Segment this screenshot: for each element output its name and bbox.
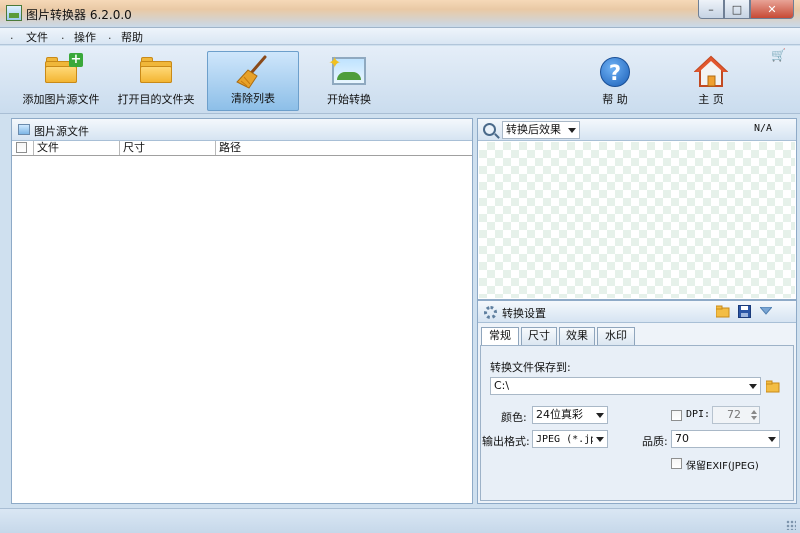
dpi-value: 72 xyxy=(727,408,741,421)
app-icon xyxy=(6,5,22,21)
keep-exif-checkbox[interactable] xyxy=(671,458,682,469)
stepper-up-icon[interactable] xyxy=(751,410,757,414)
menu-separator: . xyxy=(10,29,14,42)
keep-exif-label: 保留EXIF(JPEG) xyxy=(686,461,759,472)
help-icon: ? xyxy=(600,57,630,87)
window-controls: – □ ✕ xyxy=(698,0,794,19)
stepper-down-icon[interactable] xyxy=(751,416,757,420)
preview-panel: 转换后效果 N/A xyxy=(477,118,797,300)
help-button[interactable]: ? 帮 助 xyxy=(578,51,652,111)
save-to-label: 转换文件保存到: xyxy=(490,361,571,374)
quality-label: 品质: xyxy=(642,435,668,448)
menu-help[interactable]: 帮助 xyxy=(121,29,143,45)
preview-mode-value: 转换后效果 xyxy=(506,123,561,136)
clear-list-label: 清除列表 xyxy=(231,92,275,105)
preview-header: 转换后效果 N/A xyxy=(478,119,796,141)
tab-effects[interactable]: 效果 xyxy=(559,327,595,345)
open-target-folder-button[interactable]: 打开目的文件夹 xyxy=(112,51,200,111)
quality-select[interactable]: 70 xyxy=(671,430,780,448)
tab-general[interactable]: 常规 xyxy=(481,327,519,346)
tab-size[interactable]: 尺寸 xyxy=(521,327,557,345)
gear-icon xyxy=(484,306,497,319)
save-path-value: C:\ xyxy=(494,379,510,392)
color-value: 24位真彩 xyxy=(536,408,583,421)
add-source-label: 添加图片源文件 xyxy=(22,93,100,106)
color-select[interactable]: 24位真彩 xyxy=(532,406,608,424)
color-label: 颜色: xyxy=(501,411,527,424)
home-label: 主 页 xyxy=(698,93,724,106)
format-select[interactable]: JPEG (*.jpg xyxy=(532,430,608,448)
column-path[interactable]: 路径 xyxy=(216,141,472,155)
format-value: JPEG (*.jpg xyxy=(536,434,603,445)
preview-info: N/A xyxy=(753,123,772,134)
general-tab-content: 转换文件保存到: C:\ 颜色: 24位真彩 DPI: 72 输出格式: JPE… xyxy=(480,345,794,501)
home-icon xyxy=(694,55,728,87)
browse-folder-icon[interactable] xyxy=(766,380,780,393)
menu-separator: . xyxy=(108,29,112,42)
dpi-checkbox[interactable] xyxy=(671,410,682,421)
column-size[interactable]: 尺寸 xyxy=(120,141,216,155)
dpi-label: DPI: xyxy=(686,409,711,420)
select-all-checkbox[interactable] xyxy=(16,142,27,153)
add-source-button[interactable]: + 添加图片源文件 xyxy=(18,51,104,111)
open-target-label: 打开目的文件夹 xyxy=(117,93,195,106)
menu-bar: . 文件 . 操作 . 帮助 xyxy=(0,28,800,45)
chevron-down-icon xyxy=(568,128,576,133)
format-label: 输出格式: xyxy=(482,435,530,448)
folder-add-icon: + xyxy=(45,53,83,83)
chevron-down-icon xyxy=(596,437,604,442)
broom-icon xyxy=(236,55,267,89)
folder-icon xyxy=(140,57,172,83)
preview-mode-select[interactable]: 转换后效果 xyxy=(502,121,580,139)
chevron-down-icon xyxy=(596,413,604,418)
source-files-panel: 图片源文件 文件 尺寸 路径 xyxy=(11,118,473,504)
select-all-column xyxy=(12,141,34,155)
open-folder-icon[interactable] xyxy=(716,305,730,318)
help-label: 帮 助 xyxy=(602,93,628,106)
title-bar: 图片转换器 6.2.0.0 – □ ✕ xyxy=(0,0,800,28)
column-file[interactable]: 文件 xyxy=(34,141,120,155)
tab-watermark[interactable]: 水印 xyxy=(597,327,635,345)
file-table-header: 文件 尺寸 路径 xyxy=(12,141,472,156)
close-button[interactable]: ✕ xyxy=(750,0,794,19)
home-button[interactable]: 主 页 xyxy=(672,51,750,111)
menu-separator: . xyxy=(61,29,65,42)
cart-icon[interactable]: 🛒 xyxy=(771,48,786,62)
image-convert-icon: ✦ xyxy=(328,53,366,85)
resize-grip-icon[interactable] xyxy=(786,520,796,530)
minimize-button[interactable]: – xyxy=(698,0,724,19)
save-icon[interactable] xyxy=(738,305,751,318)
menu-operate[interactable]: 操作 xyxy=(74,29,96,45)
window-title: 图片转换器 6.2.0.0 xyxy=(26,8,132,22)
clear-list-button[interactable]: 清除列表 xyxy=(207,51,299,111)
maximize-button[interactable]: □ xyxy=(724,0,750,19)
chevron-down-icon xyxy=(768,437,776,442)
dpi-stepper[interactable]: 72 xyxy=(712,406,760,424)
collapse-icon[interactable] xyxy=(760,307,772,315)
save-path-select[interactable]: C:\ xyxy=(490,377,761,395)
status-bar xyxy=(0,508,800,533)
image-icon xyxy=(18,124,30,135)
toolbar: + 添加图片源文件 打开目的文件夹 清除列表 ✦ 开始转换 ? 帮 助 主 页 … xyxy=(0,46,800,114)
start-convert-label: 开始转换 xyxy=(327,93,371,106)
start-convert-button[interactable]: ✦ 开始转换 xyxy=(306,51,392,111)
settings-panel: 转换设置 常规 尺寸 效果 水印 转换文件保存到: C:\ 颜色: 24位真彩 … xyxy=(477,300,797,504)
source-panel-header: 图片源文件 xyxy=(12,119,472,141)
settings-tabs: 常规 尺寸 效果 水印 xyxy=(478,327,796,346)
quality-value: 70 xyxy=(675,432,689,445)
settings-title: 转换设置 xyxy=(502,307,546,320)
zoom-icon xyxy=(483,123,496,136)
settings-header: 转换设置 xyxy=(478,301,796,323)
menu-file[interactable]: 文件 xyxy=(26,29,48,45)
source-panel-title: 图片源文件 xyxy=(34,125,89,138)
preview-canvas xyxy=(479,142,795,298)
chevron-down-icon xyxy=(749,384,757,389)
